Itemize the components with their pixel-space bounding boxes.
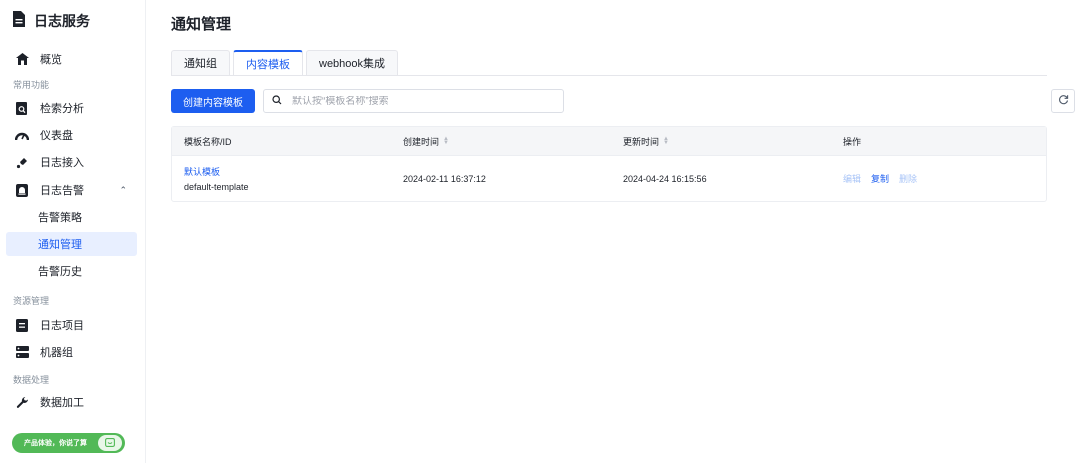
tab-divider bbox=[171, 75, 1047, 76]
column-header-actions: 操作 bbox=[843, 127, 861, 155]
home-icon bbox=[15, 52, 29, 66]
sidebar-item-alert-history[interactable]: 告警历史 bbox=[6, 259, 137, 283]
sidebar-item-log-alert[interactable]: 日志告警 ⌃ bbox=[6, 178, 137, 202]
sidebar-item-log-ingest[interactable]: 日志接入 bbox=[6, 150, 137, 174]
column-header-created[interactable]: 创建时间 ▲ ▼ bbox=[403, 127, 449, 155]
chevron-up-icon[interactable]: ⌃ bbox=[119, 185, 127, 196]
search-input[interactable] bbox=[292, 95, 552, 107]
cell-updated: 2024-04-24 16:15:56 bbox=[623, 173, 707, 184]
tab-notify-group[interactable]: 通知组 bbox=[171, 50, 230, 75]
search-icon bbox=[272, 92, 282, 110]
table-header: 模板名称/ID 创建时间 ▲ ▼ 更新时间 ▲ ▼ 操作 bbox=[172, 127, 1046, 155]
sidebar-item-label: 机器组 bbox=[40, 347, 73, 359]
column-header-label: 模板名称/ID bbox=[184, 136, 232, 147]
sidebar-item-label: 日志接入 bbox=[40, 157, 84, 169]
sidebar-item-label: 仪表盘 bbox=[40, 130, 73, 142]
column-header-label: 创建时间 bbox=[403, 136, 440, 147]
template-table: 模板名称/ID 创建时间 ▲ ▼ 更新时间 ▲ ▼ 操作 默认模板 default-te… bbox=[171, 126, 1047, 202]
refresh-button[interactable] bbox=[1051, 89, 1075, 113]
sidebar: 日志服务 概览 常用功能 检索分析 仪表盘 日志接入 日志告警 ⌃ 告警策略 通… bbox=[0, 0, 146, 463]
delete-action[interactable]: 删除 bbox=[899, 172, 917, 185]
sidebar-item-label: 概览 bbox=[40, 54, 62, 66]
feedback-text: 产品体验，你说了算 bbox=[24, 440, 87, 447]
column-header-name: 模板名称/ID bbox=[184, 127, 232, 155]
plug-icon bbox=[15, 155, 29, 169]
tab-content-template[interactable]: 内容模板 bbox=[233, 50, 303, 75]
project-icon bbox=[15, 318, 29, 332]
sidebar-item-label: 检索分析 bbox=[40, 103, 84, 115]
sidebar-item-label: 告警历史 bbox=[38, 266, 82, 278]
column-header-label: 操作 bbox=[843, 136, 862, 147]
sidebar-item-dashboard[interactable]: 仪表盘 bbox=[6, 123, 137, 147]
search-doc-icon bbox=[15, 101, 29, 115]
copy-action[interactable]: 复制 bbox=[871, 172, 889, 185]
feedback-button[interactable] bbox=[98, 435, 122, 451]
section-label-data: 数据处理 bbox=[13, 375, 50, 385]
tab-bar: 通知组 内容模板 webhook集成 bbox=[171, 50, 401, 75]
brand-title: 日志服务 bbox=[34, 13, 90, 29]
tab-webhook[interactable]: webhook集成 bbox=[306, 50, 399, 75]
document-icon bbox=[12, 10, 26, 32]
create-template-button[interactable]: 创建内容模板 bbox=[171, 89, 255, 113]
column-header-label: 更新时间 bbox=[623, 136, 660, 147]
server-icon bbox=[15, 345, 29, 359]
search-box[interactable] bbox=[263, 89, 564, 113]
dashboard-icon bbox=[15, 128, 29, 142]
column-header-updated[interactable]: 更新时间 ▲ ▼ bbox=[623, 127, 669, 155]
page-title: 通知管理 bbox=[171, 16, 232, 33]
wrench-icon bbox=[15, 395, 29, 409]
sort-icon[interactable]: ▲ ▼ bbox=[663, 136, 669, 146]
cell-name: 默认模板 default-template bbox=[184, 156, 249, 201]
refresh-icon bbox=[1058, 92, 1069, 110]
template-id: default-template bbox=[184, 182, 249, 192]
alert-icon bbox=[15, 183, 29, 197]
brand: 日志服务 bbox=[12, 10, 90, 32]
section-label-common: 常用功能 bbox=[13, 80, 50, 90]
feedback-banner[interactable]: 产品体验，你说了算 bbox=[12, 433, 125, 453]
sidebar-item-notify-mgmt[interactable]: 通知管理 bbox=[6, 232, 137, 256]
app-root: 日志服务 概览 常用功能 检索分析 仪表盘 日志接入 日志告警 ⌃ 告警策略 通… bbox=[0, 0, 1080, 463]
sidebar-item-log-project[interactable]: 日志项目 bbox=[6, 313, 137, 337]
sidebar-item-data-processing[interactable]: 数据加工 bbox=[6, 390, 137, 414]
sidebar-item-label: 日志告警 bbox=[40, 185, 84, 197]
table-row: 默认模板 default-template 2024-02-11 16:37:1… bbox=[172, 155, 1046, 201]
sidebar-item-label: 日志项目 bbox=[40, 320, 84, 332]
sort-icon[interactable]: ▲ ▼ bbox=[443, 136, 449, 146]
section-label-resource: 资源管理 bbox=[13, 296, 50, 306]
edit-action[interactable]: 编辑 bbox=[843, 172, 861, 185]
sidebar-item-machine-group[interactable]: 机器组 bbox=[6, 340, 137, 364]
cell-actions: 编辑 复制 删除 bbox=[843, 156, 927, 201]
sidebar-item-search-analysis[interactable]: 检索分析 bbox=[6, 96, 137, 120]
feedback-icon bbox=[105, 434, 115, 452]
cell-created: 2024-02-11 16:37:12 bbox=[403, 173, 486, 184]
sidebar-item-alert-policy[interactable]: 告警策略 bbox=[6, 205, 137, 229]
sidebar-item-label: 通知管理 bbox=[38, 239, 82, 251]
sidebar-item-label: 数据加工 bbox=[40, 397, 84, 409]
template-name-link[interactable]: 默认模板 bbox=[184, 165, 249, 178]
sidebar-item-label: 告警策略 bbox=[38, 212, 82, 224]
sidebar-item-overview[interactable]: 概览 bbox=[6, 47, 137, 71]
